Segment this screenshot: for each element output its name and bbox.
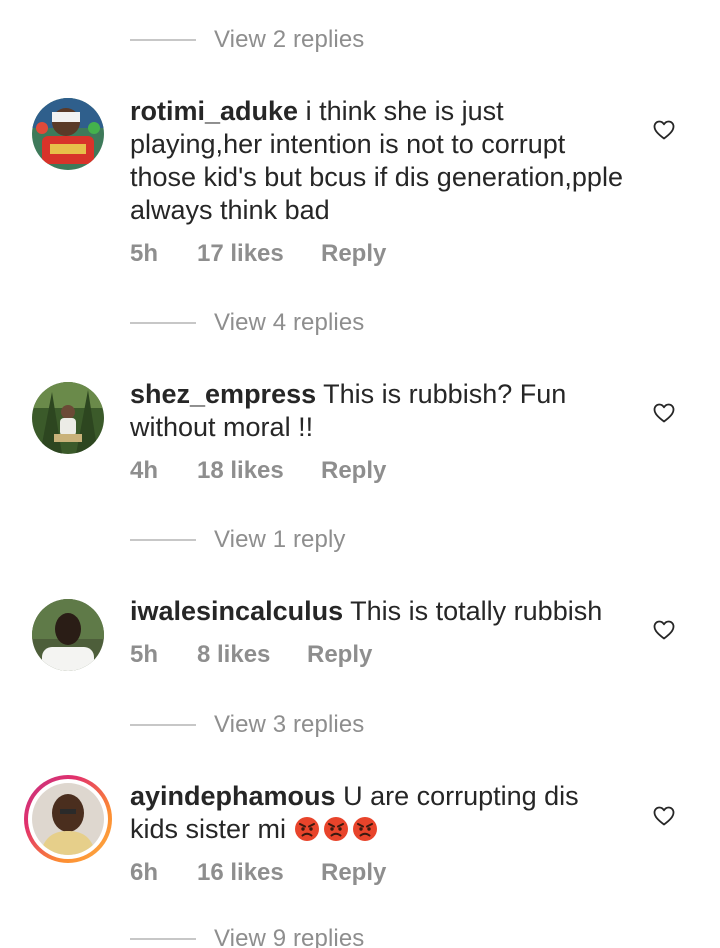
view-replies-button[interactable]: View 4 replies bbox=[130, 308, 364, 338]
comment-likes[interactable]: 16 likes bbox=[197, 859, 321, 887]
comment-body: shez_empress This is rubbish? Fun withou… bbox=[130, 378, 630, 444]
view-replies-label: View 1 reply bbox=[214, 526, 346, 553]
comment-body: ayindephamous U are corrupting dis kids … bbox=[130, 780, 630, 846]
comment-meta: 6h 16 likes Reply bbox=[130, 859, 386, 887]
comment-body: iwalesincalculus This is totally rubbish bbox=[130, 595, 630, 628]
comment-username[interactable]: rotimi_aduke bbox=[130, 96, 298, 126]
view-replies-label: View 3 replies bbox=[214, 711, 365, 738]
view-replies-label: View 4 replies bbox=[214, 309, 365, 336]
angry-face-icon bbox=[352, 817, 377, 841]
comment-username[interactable]: ayindephamous bbox=[130, 781, 336, 811]
avatar-photo bbox=[32, 783, 104, 855]
story-ring bbox=[28, 779, 108, 859]
view-replies-button[interactable]: View 3 replies bbox=[130, 710, 364, 740]
angry-face-icon bbox=[294, 817, 319, 841]
view-replies-button[interactable]: View 1 reply bbox=[130, 525, 346, 555]
comment-meta: 5h 8 likes Reply bbox=[130, 641, 372, 669]
comment-text: This is totally rubbish bbox=[350, 596, 603, 626]
comment-body: rotimi_aduke i think she is just playing… bbox=[130, 95, 630, 227]
avatar-photo-frame bbox=[32, 783, 104, 855]
avatar-photo bbox=[32, 599, 104, 671]
comment-meta: 4h 18 likes Reply bbox=[130, 457, 386, 485]
avatar[interactable] bbox=[32, 382, 104, 454]
view-replies-label: View 9 replies bbox=[214, 925, 365, 948]
comment-likes[interactable]: 8 likes bbox=[197, 641, 307, 669]
replies-divider bbox=[130, 539, 196, 541]
replies-divider bbox=[130, 938, 196, 940]
avatar[interactable] bbox=[24, 775, 112, 863]
reply-button[interactable]: Reply bbox=[321, 457, 386, 485]
heart-outline-icon[interactable] bbox=[652, 118, 676, 142]
comment-time: 5h bbox=[130, 641, 159, 668]
view-replies-button[interactable]: View 2 replies bbox=[130, 25, 364, 55]
emoji-group bbox=[294, 814, 381, 844]
avatar-photo bbox=[32, 382, 104, 454]
comment-time: 4h bbox=[130, 457, 159, 484]
avatar[interactable] bbox=[32, 98, 104, 170]
comment-time: 5h bbox=[130, 240, 159, 267]
reply-button[interactable]: Reply bbox=[307, 641, 372, 669]
avatar[interactable] bbox=[32, 599, 104, 671]
replies-divider bbox=[130, 724, 196, 726]
comment-username[interactable]: shez_empress bbox=[130, 379, 316, 409]
reply-button[interactable]: Reply bbox=[321, 240, 386, 268]
heart-outline-icon[interactable] bbox=[652, 804, 676, 828]
avatar-photo bbox=[32, 98, 104, 170]
comment-meta: 5h 17 likes Reply bbox=[130, 240, 386, 268]
reply-button[interactable]: Reply bbox=[321, 859, 386, 887]
replies-divider bbox=[130, 39, 196, 41]
comment-username[interactable]: iwalesincalculus bbox=[130, 596, 343, 626]
comment-time: 6h bbox=[130, 859, 159, 886]
comment-likes[interactable]: 17 likes bbox=[197, 240, 321, 268]
comment-likes[interactable]: 18 likes bbox=[197, 457, 321, 485]
view-replies-button[interactable]: View 9 replies bbox=[130, 924, 364, 948]
view-replies-label: View 2 replies bbox=[214, 26, 365, 53]
angry-face-icon bbox=[323, 817, 348, 841]
heart-outline-icon[interactable] bbox=[652, 401, 676, 425]
heart-outline-icon[interactable] bbox=[652, 618, 676, 642]
replies-divider bbox=[130, 322, 196, 324]
